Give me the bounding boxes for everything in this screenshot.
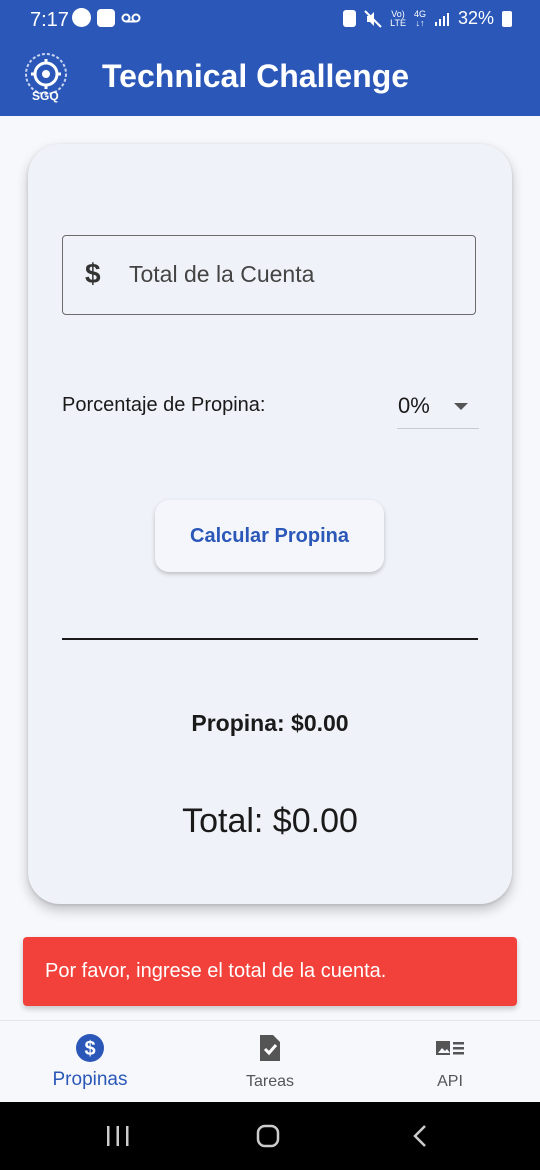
calculate-tip-button[interactable]: Calcular Propina [155,500,384,572]
nav-label-api: API [437,1073,463,1090]
tip-percentage-label: Porcentaje de Propina: [62,394,266,416]
voicemail-icon [121,13,141,22]
battery-icon [502,10,512,27]
whatsapp-icon [72,8,91,27]
tip-result: Propina: $0.00 [191,710,349,736]
svg-text:$: $ [84,1038,95,1060]
battery-saver-icon [343,10,357,27]
app-logo: SGQ [18,50,74,106]
signal-icon [434,12,449,26]
status-bar: 7:17 Vo) LTE 4G ↓↑ 32% [0,0,540,40]
app-bar: SGQ Technical Challenge [0,40,540,116]
dollar-circle-icon: $ [76,1034,104,1062]
tip-calculator-card: $ Porcentaje de Propina: 0% Calcular Pro… [28,144,512,904]
tip-percentage-dropdown[interactable]: 0% [397,384,479,429]
home-icon[interactable] [256,1124,280,1148]
system-icons: Vo) LTE 4G ↓↑ 32% [343,8,512,29]
bottom-navigation: $ Propinas Tareas API [0,1020,540,1103]
snackbar-message: Por favor, ingrese el total de la cuenta… [45,960,387,982]
tip-percentage-value: 0% [398,393,430,418]
nav-item-api[interactable]: API [360,1021,540,1103]
dropdown-arrow-icon [454,403,468,410]
nav-label-tareas: Tareas [245,1073,295,1090]
volte-indicator: Vo) LTE [390,8,406,28]
total-result: Total: $0.00 [182,802,358,840]
dollar-icon: $ [85,258,101,289]
nav-label-propinas: Propinas [52,1069,128,1090]
system-navigation-bar [0,1102,540,1170]
nav-item-propinas[interactable]: $ Propinas [0,1021,180,1103]
results-divider [62,638,478,640]
mute-icon [364,9,382,28]
back-icon[interactable] [412,1124,428,1148]
error-snackbar: Por favor, ingrese el total de la cuenta… [23,937,517,1006]
app-title: Technical Challenge [102,58,410,94]
battery-percent: 32% [457,8,494,28]
network-indicator: 4G ↓↑ [413,8,426,28]
task-check-icon [260,1035,280,1061]
list-image-icon [436,1041,464,1055]
recent-apps-icon[interactable] [106,1125,130,1147]
bill-total-field[interactable]: $ [62,235,476,315]
gallery-icon [97,8,115,27]
status-time: 7:17 [30,9,69,31]
logo-text: SGQ [32,89,59,103]
notification-icons [72,8,141,27]
bill-total-input[interactable] [129,254,459,294]
nav-item-tareas[interactable]: Tareas [180,1021,360,1103]
